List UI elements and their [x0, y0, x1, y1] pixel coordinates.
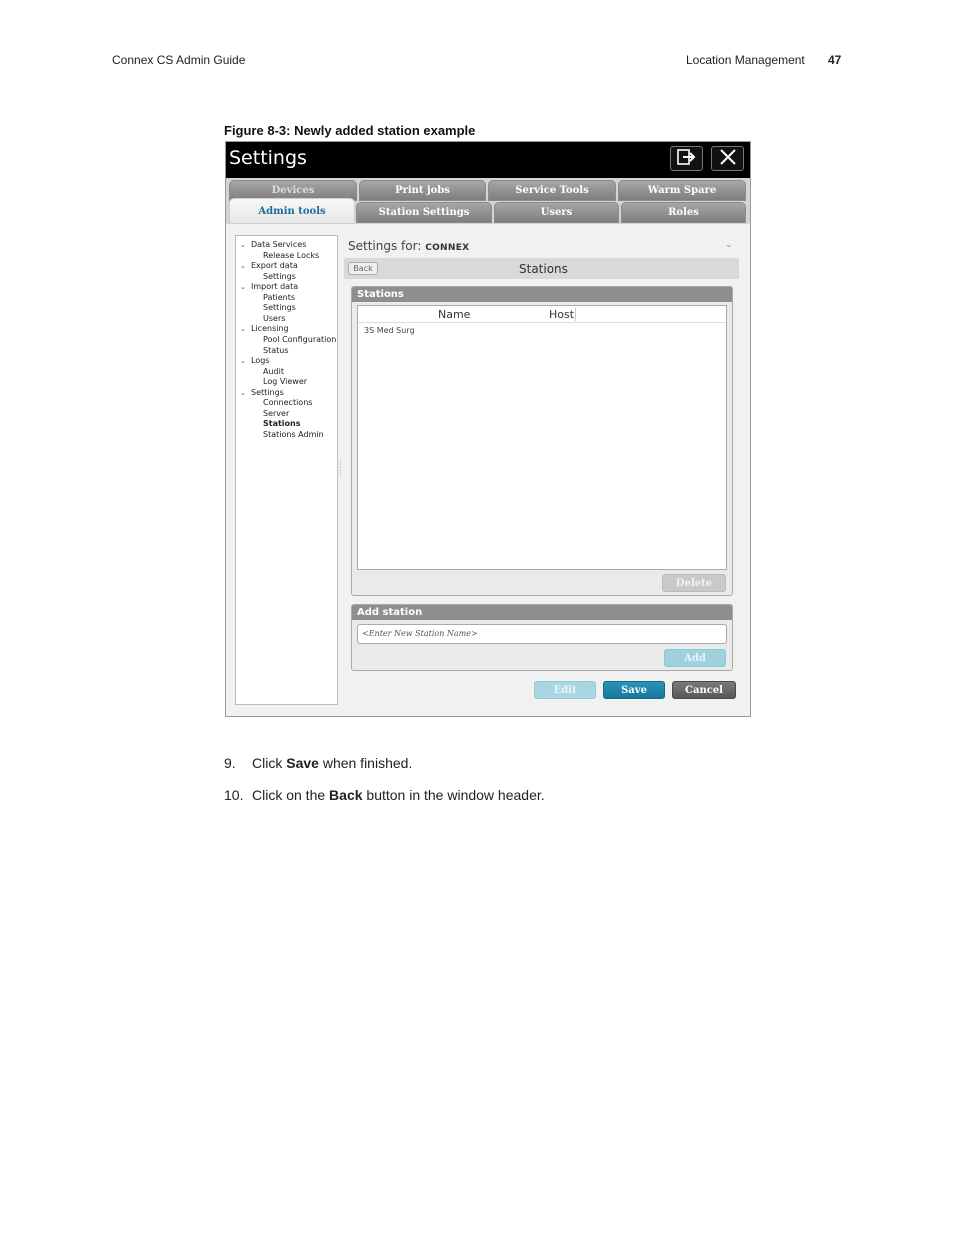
tab-service-tools[interactable]: Service Tools — [488, 180, 616, 201]
tree-item[interactable]: Connections — [263, 398, 312, 408]
step-text: Click Save when finished. — [252, 755, 413, 771]
settings-window: Settings Devices Print jobs Service Tool… — [225, 141, 751, 717]
delete-button[interactable]: Delete — [662, 574, 726, 592]
settings-tree: ⌄ Data Services Release Locks ⌄ Export data S… — [235, 235, 338, 705]
stations-list: Name Host 3S Med Surg — [357, 305, 727, 570]
content-area: ⌄ Data Services Release Locks ⌄ Export data S… — [226, 224, 750, 716]
add-button[interactable]: Add — [664, 649, 726, 667]
tree-item[interactable]: Audit — [263, 367, 284, 377]
tree-item[interactable]: Settings — [263, 303, 296, 313]
cancel-button[interactable]: Cancel — [672, 681, 736, 699]
tree-item[interactable]: Log Viewer — [263, 377, 307, 387]
close-icon — [719, 148, 737, 170]
edit-button[interactable]: Edit — [534, 681, 596, 699]
exit-icon — [676, 148, 697, 169]
tab-bar: Devices Print jobs Service Tools Warm Sp… — [226, 178, 750, 224]
stations-subheader: Back Stations — [344, 258, 739, 279]
chevron-down-icon[interactable]: ⌄ — [240, 282, 246, 292]
chevron-down-icon[interactable]: ⌄ — [240, 388, 246, 398]
tree-item[interactable]: Server — [263, 409, 289, 419]
tree-item[interactable]: Export data — [251, 261, 298, 271]
tree-item[interactable]: Patients — [263, 293, 295, 303]
tab-station-settings[interactable]: Station Settings — [356, 202, 492, 223]
header-divider — [358, 322, 726, 323]
tree-item[interactable]: Users — [263, 314, 285, 324]
close-button[interactable] — [711, 146, 744, 171]
settings-for-label: Settings for: — [348, 239, 422, 253]
tree-item[interactable]: Licensing — [251, 324, 289, 334]
add-station-panel-title: Add station — [352, 605, 732, 620]
column-divider — [575, 308, 576, 321]
tree-item[interactable]: Logs — [251, 356, 269, 366]
back-button[interactable]: Back — [348, 262, 378, 275]
window-title: Settings — [229, 147, 307, 169]
figure-caption: Figure 8-3: Newly added station example — [224, 123, 476, 138]
add-station-panel: Add station <Enter New Station Name> Add — [351, 604, 733, 671]
tab-admin-tools[interactable]: Admin tools — [229, 198, 355, 224]
exit-button[interactable] — [670, 146, 703, 171]
tab-warm-spare[interactable]: Warm Spare — [618, 180, 746, 201]
chevron-down-icon[interactable]: ⌄ — [725, 240, 733, 250]
chevron-down-icon[interactable]: ⌄ — [240, 324, 246, 334]
stations-panel-title: Stations — [352, 287, 732, 302]
step-number: 9. — [224, 755, 236, 771]
settings-for: Settings for: CONNEX — [348, 239, 469, 253]
page-header-title: Connex CS Admin Guide — [112, 53, 246, 67]
stations-panel: Stations Name Host 3S Med Surg Delete — [351, 286, 733, 596]
column-header-name[interactable]: Name — [438, 308, 470, 321]
station-name-input[interactable]: <Enter New Station Name> — [357, 624, 727, 644]
tab-roles[interactable]: Roles — [621, 202, 746, 223]
step-number: 10. — [224, 787, 244, 803]
tab-print-jobs[interactable]: Print jobs — [359, 180, 486, 201]
tree-item[interactable]: Data Services — [251, 240, 306, 250]
settings-for-value: CONNEX — [425, 243, 470, 253]
tree-item[interactable]: Settings — [263, 272, 296, 282]
tree-item[interactable]: Settings — [251, 388, 284, 398]
save-button[interactable]: Save — [603, 681, 665, 699]
tree-item[interactable]: Status — [263, 346, 289, 356]
chevron-down-icon[interactable]: ⌄ — [240, 261, 246, 271]
page-number: 47 — [828, 53, 842, 67]
tree-item[interactable]: Pool Configuration — [263, 335, 336, 345]
tree-item[interactable]: Release Locks — [263, 251, 319, 261]
subheader-title: Stations — [519, 262, 568, 276]
chevron-down-icon[interactable]: ⌄ — [240, 240, 246, 250]
tree-item[interactable]: Stations — [263, 419, 301, 429]
tree-item[interactable]: Import data — [251, 282, 298, 292]
step-text: Click on the Back button in the window h… — [252, 787, 545, 803]
column-header-host[interactable]: Host — [549, 308, 574, 321]
table-row[interactable]: 3S Med Surg — [364, 326, 415, 335]
chevron-down-icon[interactable]: ⌄ — [240, 356, 246, 366]
title-bar: Settings — [226, 142, 750, 178]
tree-item[interactable]: Stations Admin — [263, 430, 324, 440]
splitter-handle[interactable]: · · · · · · — [339, 458, 342, 481]
tab-users[interactable]: Users — [494, 202, 619, 223]
page-header-section: Location Management — [686, 53, 805, 67]
